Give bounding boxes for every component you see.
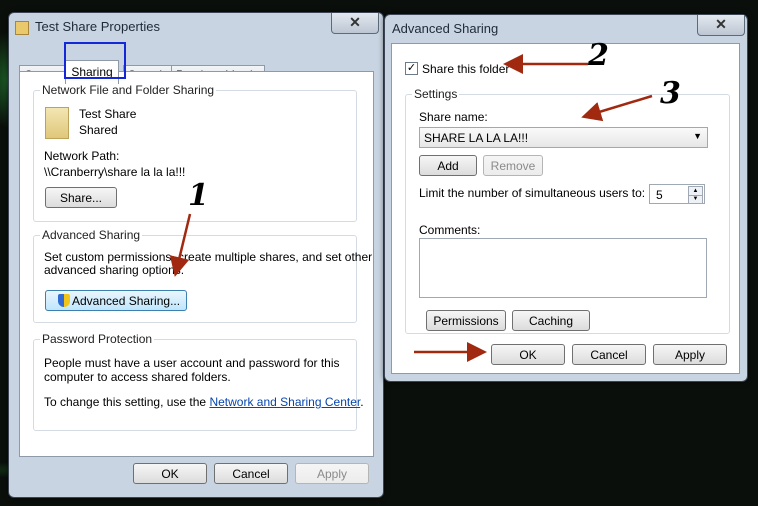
annotation-number-2: 2 xyxy=(588,38,609,73)
annotation-number-1: 1 xyxy=(188,178,209,213)
arrow-1 xyxy=(169,213,192,277)
annotation-number-3: 3 xyxy=(660,76,681,111)
annotation-arrows xyxy=(169,54,653,362)
arrow-3 xyxy=(581,94,653,122)
